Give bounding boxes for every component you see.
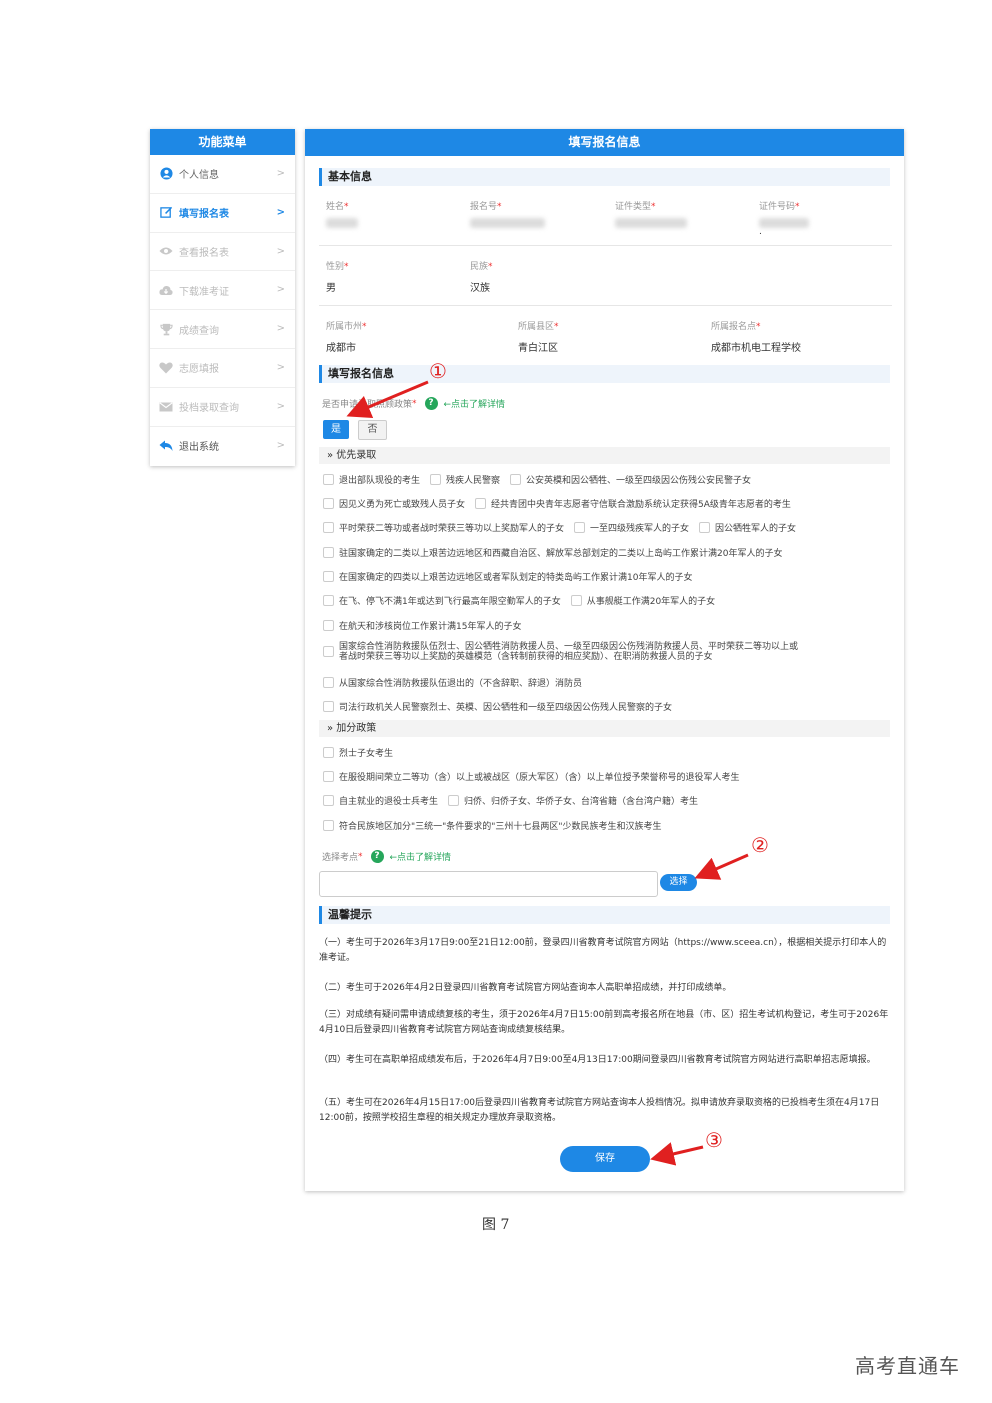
arrow-two	[694, 853, 749, 880]
annotation-three: ③	[705, 1128, 723, 1152]
figure-caption: 图 7	[482, 1217, 510, 1233]
annotation-two: ②	[751, 833, 769, 857]
annotation-arrows	[346, 380, 749, 1166]
watermark: 高考直通车	[855, 1354, 960, 1378]
annotation-one: ①	[429, 359, 447, 383]
arrow-one	[346, 380, 429, 419]
arrow-three	[650, 1142, 704, 1166]
